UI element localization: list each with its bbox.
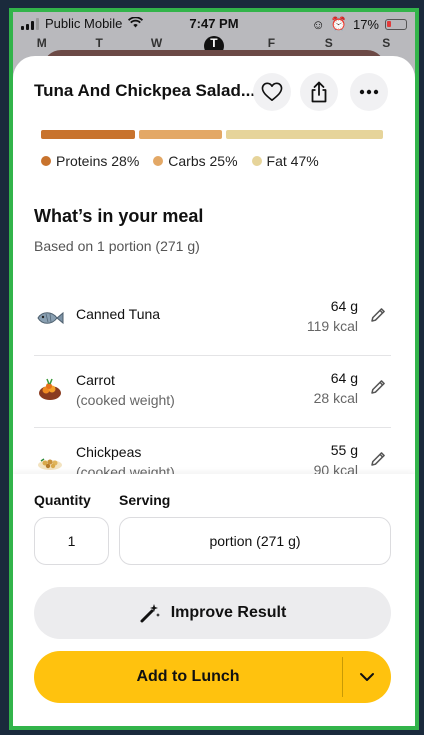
- device-frame: Public Mobile 7:47 PM ☺ ⏰ 17% M T W T F …: [0, 0, 424, 735]
- quantity-input[interactable]: 1: [34, 517, 109, 565]
- proteins-dot: [41, 156, 51, 166]
- screen-border: Public Mobile 7:47 PM ☺ ⏰ 17% M T W T F …: [9, 8, 419, 730]
- macro-segment-carbs: [138, 130, 223, 139]
- chevron-down-icon: [360, 673, 374, 681]
- improve-result-label: Improve Result: [170, 604, 287, 621]
- ingredient-kcal: 119 kcal: [306, 318, 358, 334]
- section-title: What’s in your meal: [34, 206, 204, 226]
- carbs-dot: [153, 156, 164, 166]
- status-bar: Public Mobile 7:47 PM ☺ ⏰ 17%: [13, 12, 415, 38]
- share-icon: [311, 81, 327, 103]
- improve-result-button[interactable]: Improve Result: [34, 587, 391, 639]
- ingredient-row[interactable]: Carrot (cooked weight) 64 g 28 kcal: [34, 356, 391, 428]
- ingredient-grams: 64 g: [330, 298, 358, 314]
- macro-segment-proteins: [41, 130, 135, 139]
- ingredient-grams: 64 g: [330, 370, 358, 386]
- ingredient-kcal: 28 kcal: [313, 390, 358, 406]
- ingredient-title: Chickpeas: [76, 444, 142, 460]
- meal-type-dropdown[interactable]: [343, 651, 391, 703]
- ingredient-name: Carrot (cooked weight): [76, 370, 175, 410]
- fat-label: Fat 47%: [266, 153, 319, 169]
- add-to-lunch-label[interactable]: Add to Lunch: [34, 651, 342, 703]
- share-button[interactable]: [300, 73, 338, 111]
- macro-segment-fat: [226, 130, 383, 139]
- ingredient-values: 64 g 28 kcal: [314, 368, 358, 408]
- carrot-icon: [36, 376, 64, 404]
- portion-note: Based on 1 portion (271 g): [34, 238, 200, 254]
- pencil-icon[interactable]: [369, 378, 389, 398]
- magic-wand-icon: [140, 604, 160, 623]
- status-right: ☺ ⏰ 17%: [311, 16, 407, 32]
- add-to-lunch-button[interactable]: Add to Lunch: [34, 651, 391, 703]
- macro-legend: Proteins 28% Carbs 25% Fat 47%: [41, 153, 319, 169]
- carbs-label: Carbs 25%: [168, 153, 238, 169]
- macro-distribution-bar: [41, 130, 383, 139]
- favorite-button[interactable]: [253, 73, 291, 111]
- quantity-label: Quantity: [34, 492, 91, 508]
- proteins-label: Proteins 28%: [56, 153, 140, 169]
- meal-detail-sheet: Tuna And Chickpea Salad... Proteins 28% …: [13, 56, 415, 726]
- add-meal-footer: Quantity Serving 1 portion (271 g) Impro…: [13, 474, 415, 726]
- fish-icon: [36, 304, 64, 332]
- ingredient-note: (cooked weight): [76, 392, 175, 408]
- weekday-sun[interactable]: S: [376, 36, 396, 56]
- legend-carbs: Carbs 25%: [153, 153, 238, 169]
- fat-dot: [251, 156, 262, 166]
- serving-select[interactable]: portion (271 g): [119, 517, 391, 565]
- legend-fat: Fat 47%: [251, 153, 319, 169]
- ellipsis-icon: [359, 89, 379, 95]
- legend-proteins: Proteins 28%: [41, 153, 139, 169]
- meal-title: Tuna And Chickpea Salad...: [34, 81, 256, 100]
- chickpeas-icon: [36, 448, 64, 476]
- heart-icon: [261, 82, 283, 101]
- more-options-button[interactable]: [350, 73, 388, 111]
- battery-percent: 17%: [352, 16, 379, 32]
- ingredient-name: Canned Tuna: [76, 306, 161, 322]
- alarm-icon: ⏰: [330, 16, 347, 31]
- pencil-icon[interactable]: [369, 306, 389, 326]
- ingredient-title: Carrot: [76, 372, 115, 388]
- focus-icon: ☺: [311, 16, 325, 32]
- ingredient-row[interactable]: Canned Tuna 64 g 119 kcal: [34, 284, 391, 356]
- ingredient-grams: 55 g: [330, 442, 358, 458]
- pencil-icon[interactable]: [369, 450, 389, 470]
- ingredient-values: 64 g 119 kcal: [307, 296, 358, 336]
- battery-icon: [385, 18, 407, 30]
- serving-label: Serving: [119, 492, 171, 508]
